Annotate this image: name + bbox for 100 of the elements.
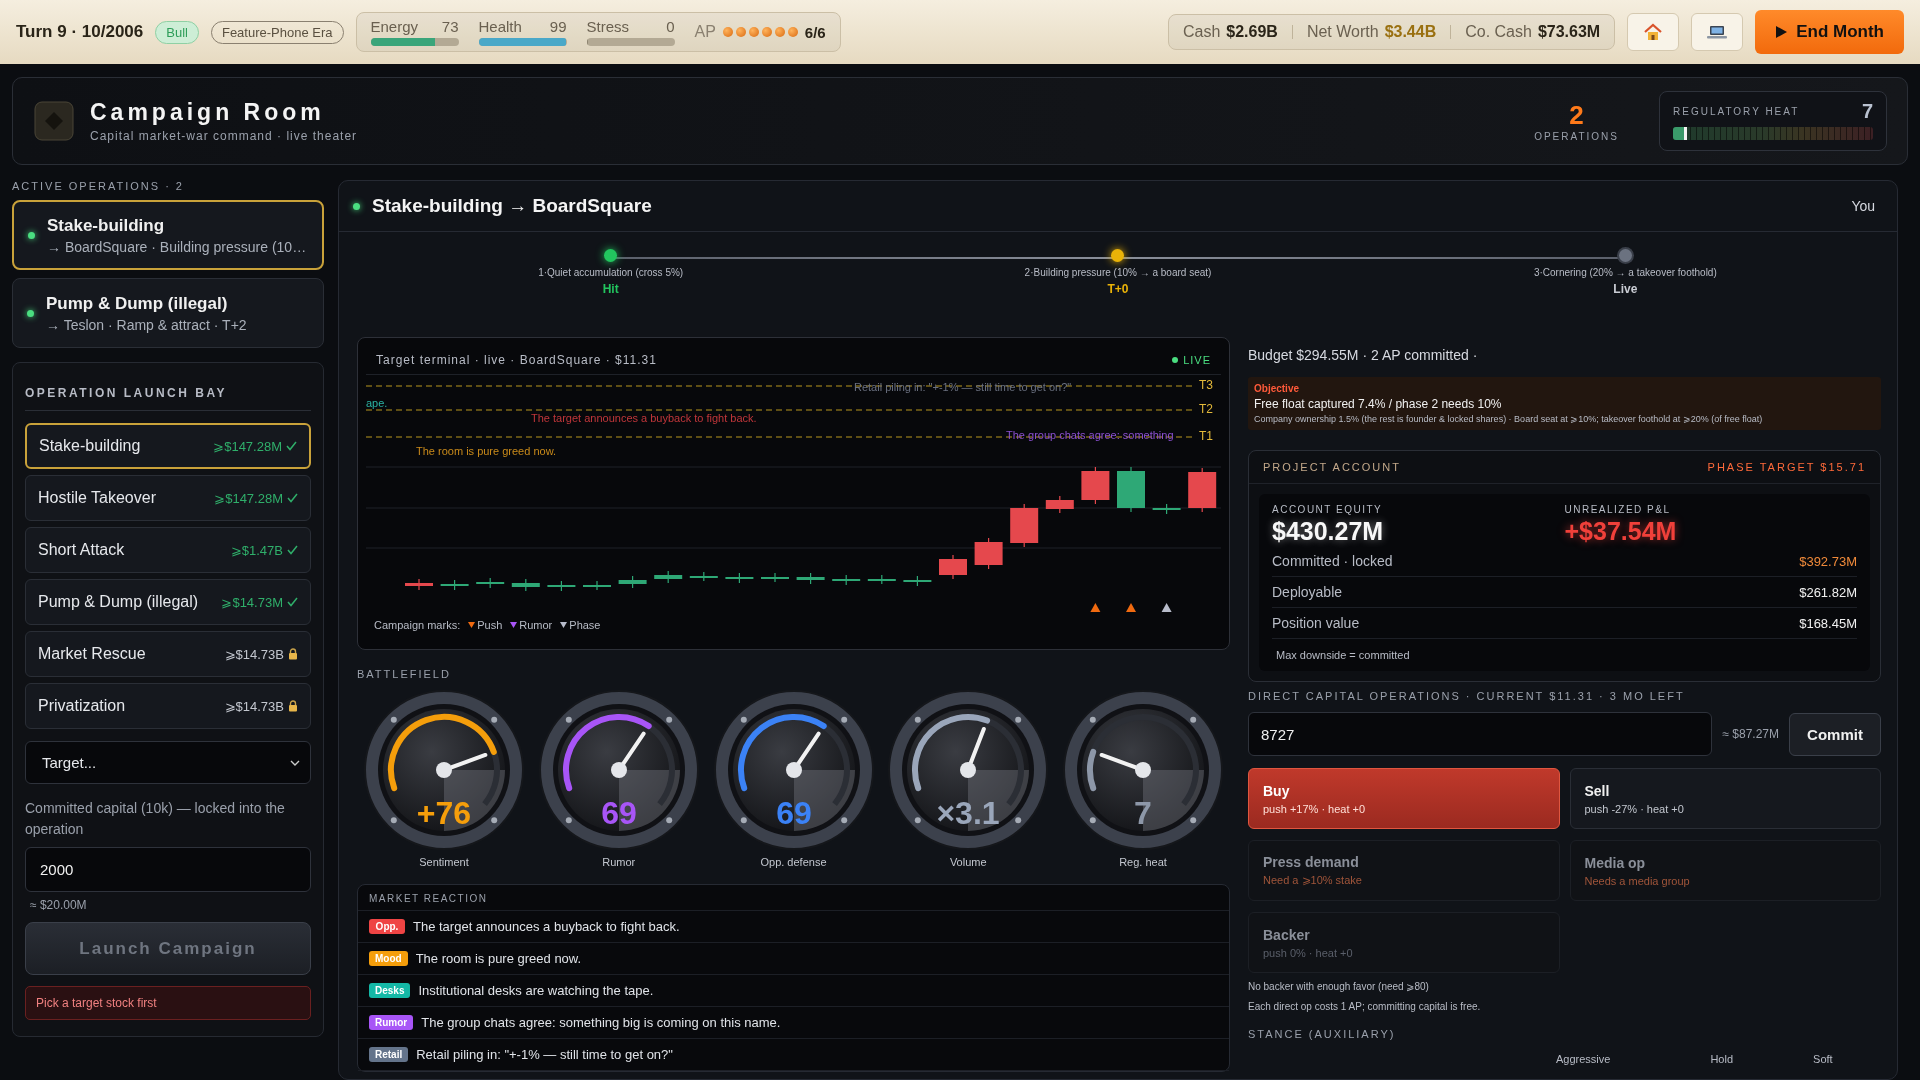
phase-target: PHASE TARGET $15.71 [1707, 461, 1866, 473]
phase-status: T+0 [1107, 282, 1129, 296]
chart-annotation: The room is pure greed now. [416, 445, 557, 457]
gauge-needle [785, 731, 821, 778]
objective-text: Free float captured 7.4% / phase 2 needs 10% [1254, 397, 1503, 411]
page-subtitle: Capital market-war command · live theater [90, 129, 358, 143]
caret-icon [290, 759, 300, 766]
operation-option[interactable]: Privatization ⩾$14.73B [25, 683, 311, 729]
operation-option[interactable]: Pump & Dump (illegal) ⩾$14.73M [25, 579, 311, 625]
candlestick [832, 574, 861, 586]
stance-option[interactable]: Soft [1813, 1053, 1833, 1065]
candlestick [761, 572, 789, 583]
gauge-needle [436, 753, 488, 778]
event-text: The group chats agree: something big is coming on this name. [421, 1015, 781, 1030]
amount-input[interactable]: 8727 [1248, 712, 1713, 756]
candlestick [1081, 466, 1110, 505]
diamond-tile-icon [34, 101, 74, 141]
candlestick [583, 580, 611, 591]
ap-count: 6/6 [804, 23, 826, 41]
operation-option[interactable]: Hostile Takeover ⩾$147.28M [25, 475, 311, 521]
gauge-label: Volume [949, 856, 987, 868]
operations-label: OPERATIONS [1534, 131, 1619, 142]
candlestick [476, 577, 505, 589]
gauge-label: Reg. heat [1119, 856, 1167, 868]
target-select[interactable]: Target... [25, 741, 311, 784]
gauge-needle [960, 726, 987, 778]
house-icon [1643, 23, 1664, 41]
event-text: Institutional desks are watching the tape. [418, 983, 654, 998]
operation-option[interactable]: Market Rescue ⩾$14.73B [25, 631, 311, 677]
end-month-button[interactable]: End Month [1755, 10, 1904, 54]
triangle-marker-icon [1161, 603, 1172, 612]
note-text: No backer with enough favor (need ⩾80) [1248, 981, 1430, 992]
panel-title: OPERATION LAUNCH BAY [25, 381, 311, 411]
home-button[interactable] [1627, 13, 1680, 51]
candlestick [725, 572, 754, 584]
candlestick [618, 575, 647, 589]
page-title: Campaign Room [90, 99, 326, 126]
candlestick [547, 580, 576, 592]
meter-value: 73 [441, 18, 459, 35]
candlestick [796, 572, 825, 585]
gauge-needle [1099, 753, 1151, 778]
gauge-label: Sentiment [419, 856, 469, 868]
operation-card[interactable]: Pump & Dump (illegal) → Teslon · Ramp & attract · T+2 [12, 278, 324, 348]
candlestick [689, 571, 718, 582]
approx-value: ≈ $20.00M [30, 898, 88, 912]
check-icon [286, 441, 297, 451]
check-icon [287, 545, 298, 555]
event-tag: Retail [369, 1047, 409, 1062]
field-label: Committed capital (10k) — locked into the operation [25, 799, 286, 839]
candlestick [939, 554, 967, 580]
account-row-label: Committed · locked [1272, 553, 1393, 569]
account-row-value: $168.45M [1799, 615, 1857, 631]
card-title: PROJECT ACCOUNT [1263, 461, 1401, 473]
operation-title: Stake-building → BoardSquare [372, 195, 652, 217]
computer-button[interactable] [1691, 13, 1744, 51]
legend-title: Campaign marks: [374, 619, 461, 631]
gauge-needle [610, 731, 646, 778]
status-dot [353, 202, 360, 210]
meter-label: Health [478, 18, 522, 35]
account-row-value: $392.73M [1799, 553, 1857, 569]
equity-label: ACCOUNT EQUITY [1272, 504, 1384, 515]
capital-input[interactable]: 2000 [25, 847, 311, 892]
candlestick [903, 575, 932, 587]
triangle-marker-icon [1126, 603, 1136, 612]
phase-label: 1·Quiet accumulation (cross 5%) [538, 267, 684, 278]
commit-button[interactable]: Commit [1789, 712, 1881, 756]
account-footnote: Max downside = committed [1275, 648, 1411, 661]
gauge-value: +76 [416, 795, 472, 831]
finance-value: $3.44B [1384, 23, 1437, 41]
event-text: Retail piling in: "+-1% — still time to get on?" [416, 1047, 673, 1062]
account-row-label: Position value [1272, 615, 1360, 631]
triangle-marker-icon [1090, 603, 1101, 612]
market-badge: Bull [155, 20, 199, 44]
meter-label: Stress [586, 18, 630, 35]
operation-option[interactable]: Stake-building ⩾$147.28M [25, 423, 311, 469]
finance-label: Net Worth [1306, 23, 1379, 41]
check-icon [287, 597, 298, 607]
chart-annotation: The group chats agree: something [1006, 429, 1174, 441]
operation-card[interactable]: Stake-building → BoardSquare · Building pressure (10… [12, 200, 324, 270]
meter-value: 99 [549, 18, 567, 35]
objective-note: Company ownership 1.5% (the rest is founder & locked shares) · Board seat at ⩾10%; takeover foothold at ⩾20% (of free float) [1254, 414, 1764, 424]
action-card[interactable]: Buy push +17% · heat +0 [1248, 768, 1560, 829]
ap-label: AP [694, 23, 716, 41]
chart-annotation: The target announces a buyback to fight back. [531, 412, 757, 424]
candlestick [1188, 467, 1217, 513]
status-dot [28, 231, 35, 239]
section-title: BATTLEFIELD [357, 668, 452, 680]
heat-value: 7 [1861, 100, 1873, 123]
stance-option[interactable]: Aggressive [1556, 1053, 1611, 1065]
section-title: DIRECT CAPITAL OPERATIONS · CURRENT $11.31 · 3 MO LEFT [1248, 690, 1686, 702]
operation-option[interactable]: Short Attack ⩾$1.47B [25, 527, 311, 573]
stance-option[interactable]: Hold [1710, 1053, 1734, 1065]
live-dot [1172, 357, 1179, 363]
status-dot [27, 309, 34, 317]
action-card[interactable]: Sell push -27% · heat +0 [1569, 768, 1881, 829]
gauge-label: Rumor [602, 856, 636, 868]
lock-icon [288, 648, 298, 660]
account-row-value: $261.82M [1799, 584, 1857, 600]
account-row-label: Deployable [1272, 584, 1343, 600]
candlestick [1117, 466, 1145, 513]
